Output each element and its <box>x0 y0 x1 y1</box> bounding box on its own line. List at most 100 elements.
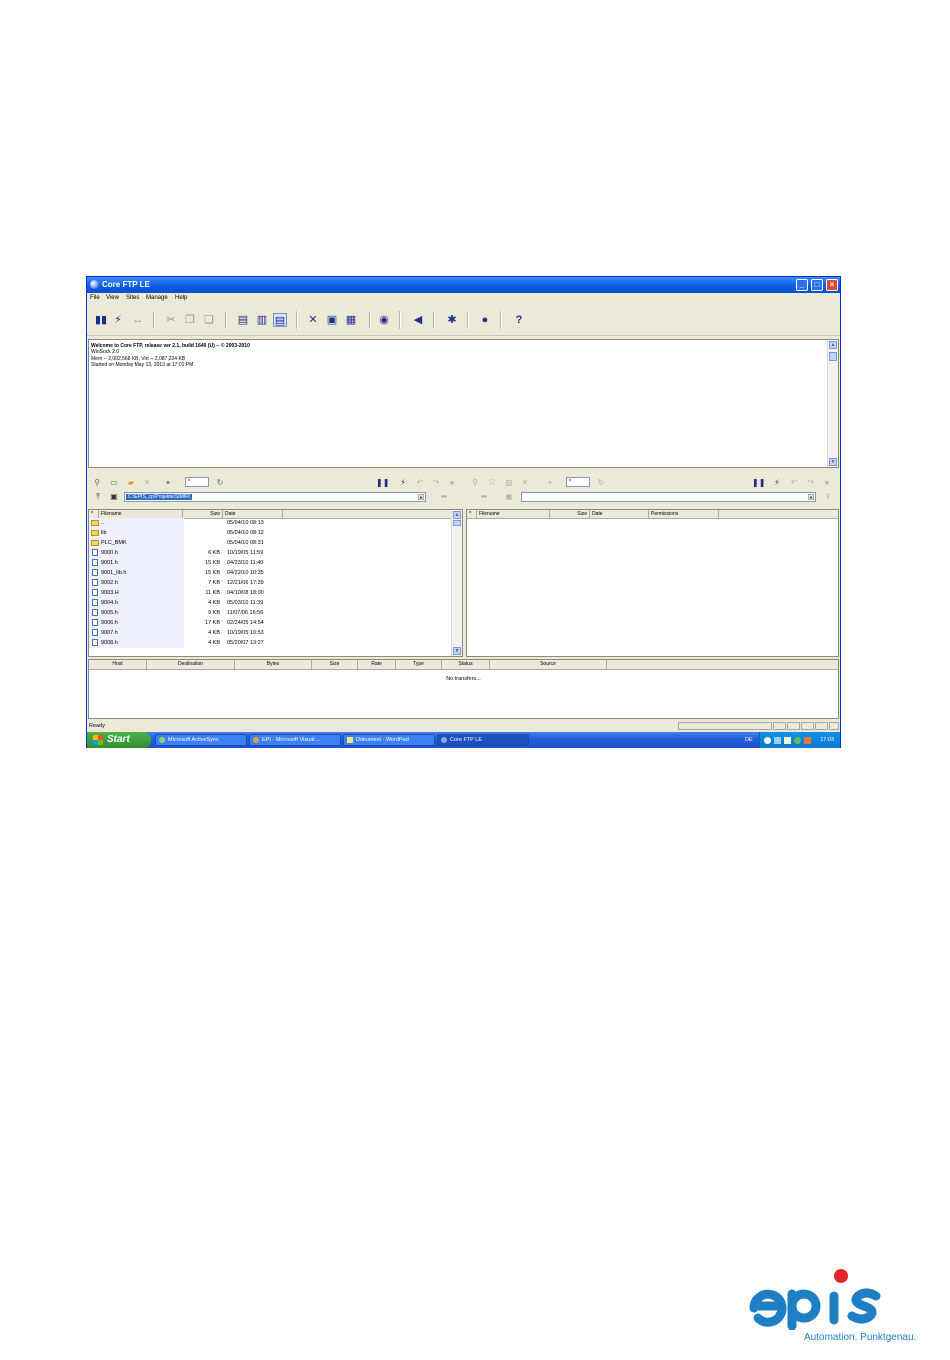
cut-icon[interactable]: ✂ <box>164 313 178 327</box>
remote-path-input[interactable]: ▼ <box>521 492 816 502</box>
col-size[interactable]: Size <box>550 510 590 518</box>
task-activesync[interactable]: Microsoft ActiveSync <box>155 734 247 746</box>
up-dir-icon[interactable]: ⤒ <box>93 492 103 502</box>
quick-connect-icon[interactable]: ⚡ <box>111 313 125 327</box>
col-status[interactable]: Status <box>442 660 490 669</box>
col-source[interactable]: Source <box>490 660 607 669</box>
clock[interactable]: 17:03 <box>820 732 834 748</box>
menu-view[interactable]: View <box>106 293 119 304</box>
dropdown-icon[interactable]: ▼ <box>418 494 424 500</box>
col-host[interactable]: Host <box>89 660 147 669</box>
col-size[interactable]: Size <box>183 510 223 518</box>
settings-icon[interactable]: ✱ <box>445 313 459 327</box>
title-bar[interactable]: Core FTP LE _ □ × <box>87 277 840 293</box>
network-icon[interactable] <box>774 737 781 744</box>
scroll-thumb[interactable] <box>829 352 837 361</box>
scroll-down-icon[interactable]: ▼ <box>453 647 461 655</box>
task-visual-studio[interactable]: EPI - Microsoft Visual ... <box>249 734 341 746</box>
menu-help[interactable]: Help <box>175 293 187 304</box>
local-path-input[interactable]: C:\EPIS_cp\Projekte\SIMIR\ ▼ <box>124 492 426 502</box>
dropdown-icon[interactable]: ▼ <box>808 494 814 500</box>
maximize-button[interactable]: □ <box>811 279 823 291</box>
sort-icon[interactable]: ^ <box>467 510 477 518</box>
delete-icon[interactable]: ✕ <box>142 478 152 488</box>
col-filename[interactable]: Filename <box>477 510 550 518</box>
search-icon[interactable]: ⚲ <box>470 478 480 488</box>
stop-icon[interactable]: ● <box>447 478 457 488</box>
filter-input[interactable]: * <box>566 477 590 487</box>
redo-icon[interactable]: ↷ <box>431 478 441 488</box>
view-log-icon[interactable]: ▥ <box>255 313 269 327</box>
new-file-icon[interactable]: ⤧ <box>487 478 497 488</box>
scroll-down-icon[interactable]: ▼ <box>829 458 837 466</box>
language-indicator[interactable]: DE <box>745 732 753 748</box>
col-bytes[interactable]: Bytes <box>235 660 312 669</box>
copy-icon[interactable]: ❐ <box>183 313 197 327</box>
tools-icon[interactable]: ✕ <box>306 313 320 327</box>
file-size: 11 KB <box>205 590 220 596</box>
transfer-icon[interactable]: ⚡ <box>772 478 782 488</box>
col-filename[interactable]: Filename <box>99 510 183 518</box>
col-type[interactable]: Type <box>396 660 442 669</box>
new-folder-icon[interactable]: ▨ <box>504 478 514 488</box>
upload-icon[interactable]: ⇪ <box>823 492 833 502</box>
info-icon[interactable]: ● <box>478 313 492 327</box>
scroll-up-icon[interactable]: ▲ <box>829 341 837 349</box>
local-scrollbar[interactable]: ▲ ▼ <box>451 510 462 656</box>
pause-icon[interactable]: ❚❚ <box>376 478 389 488</box>
task-core-ftp[interactable]: Core FTP LE <box>437 734 529 746</box>
close-button[interactable]: × <box>826 279 838 291</box>
refresh-icon[interactable]: ↻ <box>596 478 606 488</box>
menu-manage[interactable]: Manage <box>146 293 168 304</box>
go-arrow-icon[interactable]: ➡ <box>439 492 449 502</box>
undo-icon[interactable]: ↶ <box>415 478 425 488</box>
home-dir-icon[interactable]: ▣ <box>109 492 119 502</box>
new-folder-icon[interactable]: ▰ <box>126 478 136 488</box>
col-size[interactable]: Size <box>312 660 358 669</box>
new-file-icon[interactable]: ▭ <box>109 478 119 488</box>
help-icon[interactable]: ? <box>512 313 526 327</box>
pause-icon[interactable]: ❚❚ <box>752 478 765 488</box>
add-icon[interactable]: + <box>545 478 555 488</box>
refresh-icon[interactable]: ↻ <box>215 478 225 488</box>
transfer-icon[interactable]: ⚡ <box>398 478 408 488</box>
log-scrollbar[interactable]: ▲ ▼ <box>827 340 838 467</box>
redo-icon[interactable]: ↷ <box>806 478 816 488</box>
speaker-icon[interactable] <box>804 737 811 744</box>
view-list-icon[interactable]: ▤ <box>273 313 287 327</box>
menu-sites[interactable]: Sites <box>126 293 139 304</box>
sound-icon[interactable]: ◀ <box>411 313 425 327</box>
queue-icon[interactable]: ▦ <box>344 313 358 327</box>
menu-file[interactable]: File <box>90 293 100 304</box>
filter-input[interactable]: * <box>185 477 209 487</box>
start-button[interactable]: Start <box>87 732 151 748</box>
col-permissions[interactable]: Permissions <box>649 510 719 518</box>
col-destination[interactable]: Destination <box>147 660 235 669</box>
scroll-up-icon[interactable]: ▲ <box>453 511 461 519</box>
monitor-icon[interactable] <box>784 737 791 744</box>
connect-icon[interactable]: ▮▮ <box>94 313 108 327</box>
disconnect-icon[interactable]: ↔ <box>131 313 145 327</box>
remote-file-list: ^ Filename Size Date Permissions <box>466 509 839 657</box>
col-date[interactable]: Date <box>223 510 283 518</box>
scroll-thumb[interactable] <box>453 520 461 526</box>
minimize-button[interactable]: _ <box>796 279 808 291</box>
file-icon <box>92 569 98 576</box>
stop-icon[interactable]: ● <box>822 478 832 488</box>
undo-icon[interactable]: ↶ <box>789 478 799 488</box>
add-icon[interactable]: + <box>163 478 173 488</box>
home-dir-icon[interactable]: ▣ <box>504 492 514 502</box>
col-rate[interactable]: Rate <box>358 660 396 669</box>
sync-icon[interactable] <box>794 737 801 744</box>
paste-icon[interactable]: ❏ <box>202 313 216 327</box>
delete-icon[interactable]: ✕ <box>520 478 530 488</box>
sort-icon[interactable]: ^ <box>89 510 99 518</box>
site-manager-icon[interactable]: ▣ <box>325 313 339 327</box>
task-wordpad[interactable]: Dokument - WordPad <box>343 734 435 746</box>
view-doc-icon[interactable]: ▤ <box>236 313 250 327</box>
back-icon[interactable]: ⬅ <box>479 492 489 502</box>
search-icon[interactable]: ⚲ <box>92 478 102 488</box>
eye-icon[interactable]: ◉ <box>377 313 391 327</box>
col-date[interactable]: Date <box>590 510 649 518</box>
tray-icon[interactable] <box>764 737 771 744</box>
